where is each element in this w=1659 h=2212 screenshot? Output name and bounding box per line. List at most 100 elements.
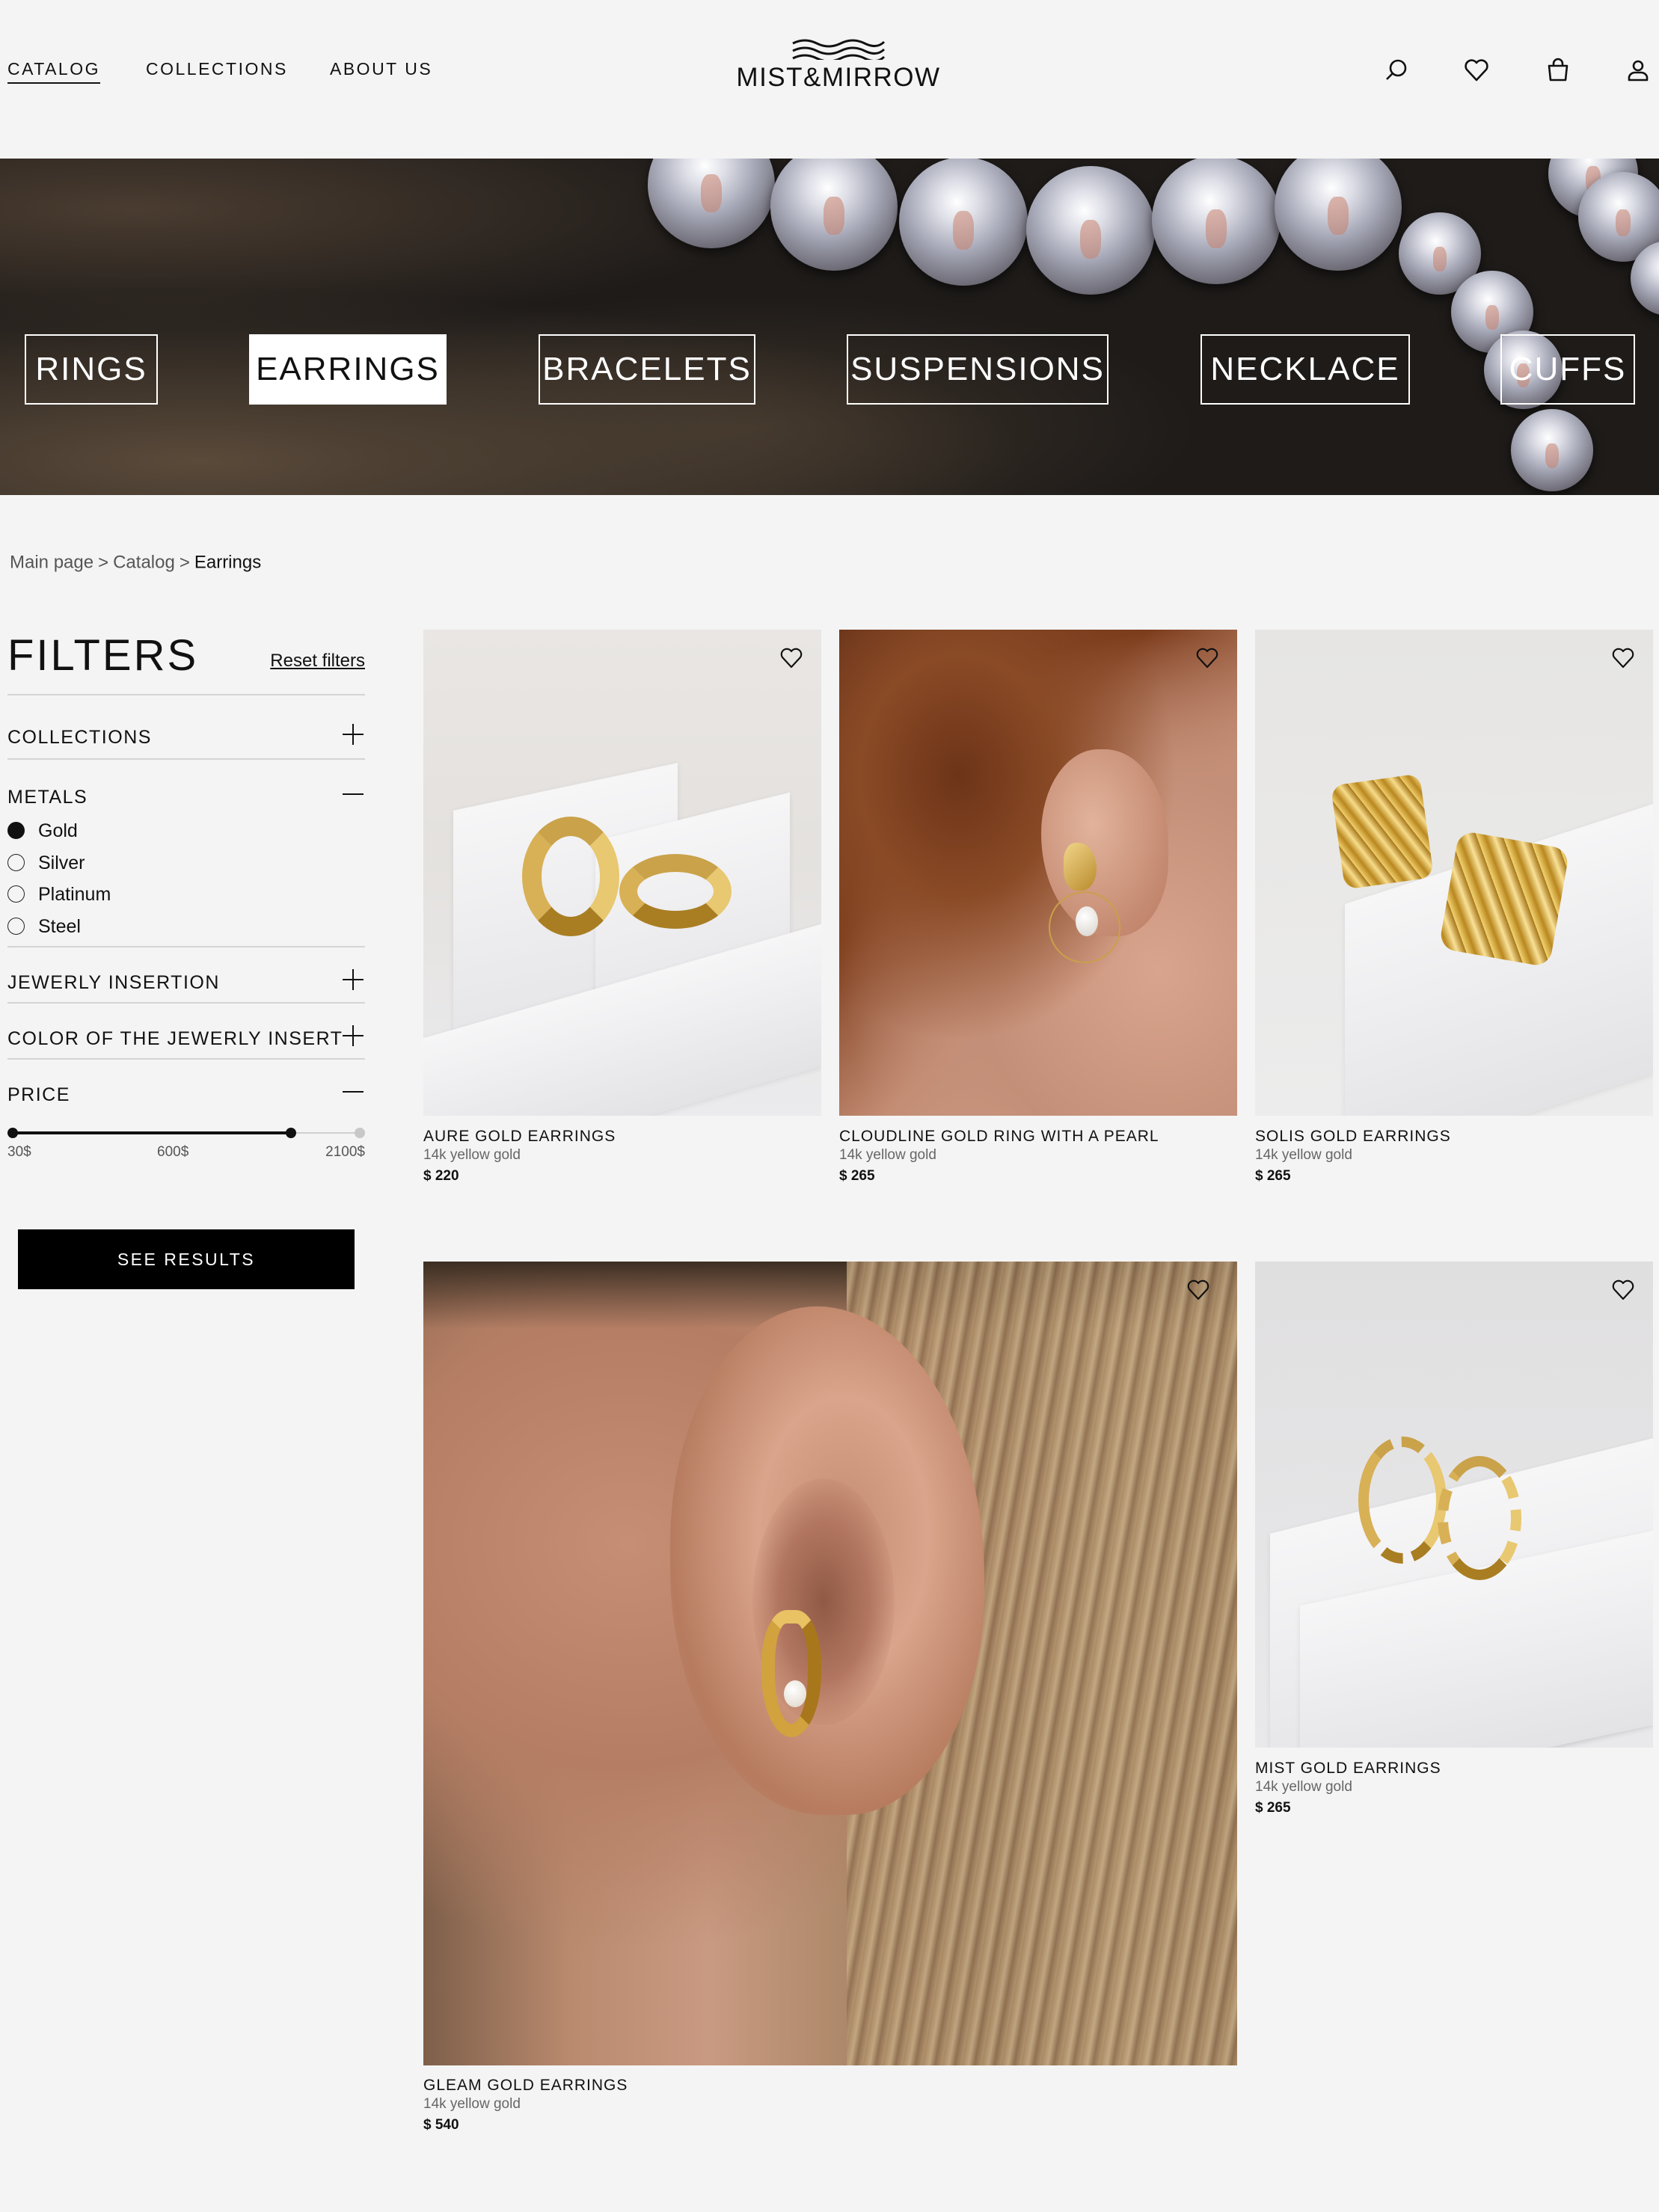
bag-icon[interactable]: [1545, 57, 1571, 84]
category-bracelets[interactable]: BRACELETS: [539, 334, 755, 405]
product-card[interactable]: SOLIS GOLD EARRINGS 14k yellow gold $ 26…: [1255, 630, 1653, 1198]
product-material: 14k yellow gold: [423, 2096, 521, 2112]
product-name[interactable]: CLOUDLINE GOLD RING WITH A PEARL: [839, 1128, 1159, 1146]
waves-logo-icon: [792, 39, 886, 60]
breadcrumb-main-page[interactable]: Main page: [10, 553, 93, 573]
product-card[interactable]: MIST GOLD EARRINGS 14k yellow gold $ 265: [1255, 1262, 1653, 1830]
nav-about-us[interactable]: ABOUT US: [330, 58, 432, 79]
price-max-label: 2100$: [325, 1144, 365, 1160]
plus-icon: [343, 969, 364, 990]
filter-collections-label: COLLECTIONS: [7, 727, 152, 748]
divider: [7, 1058, 365, 1060]
reset-filters-link[interactable]: Reset filters: [270, 651, 365, 672]
metal-option-label: Silver: [38, 852, 85, 873]
price-min-label: 30$: [7, 1144, 31, 1160]
product-name[interactable]: MIST GOLD EARRINGS: [1255, 1760, 1441, 1778]
pearl-drop: [1076, 906, 1098, 936]
radio-checked-icon: [7, 822, 25, 839]
see-results-button[interactable]: SEE RESULTS: [18, 1229, 355, 1289]
product-card[interactable]: GLEAM GOLD EARRINGS 14k yellow gold $ 54…: [423, 1262, 1237, 2144]
filter-insert-color[interactable]: COLOR OF THE JEWERLY INSERT: [7, 1024, 365, 1054]
category-necklace[interactable]: NECKLACE: [1200, 334, 1410, 405]
chevron-right-icon: >: [98, 552, 109, 573]
product-image[interactable]: [423, 630, 821, 1116]
gold-hoop: [522, 817, 619, 936]
price-slider-max-handle[interactable]: [355, 1128, 365, 1138]
filters-title: FILTERS: [7, 631, 199, 680]
product-price: $ 265: [1255, 1800, 1291, 1816]
pearl-drop: [784, 1680, 806, 1707]
radio-unchecked-icon: [7, 918, 25, 935]
pearl-image: [648, 159, 775, 248]
product-image[interactable]: [423, 1262, 1237, 2065]
nav-collections[interactable]: COLLECTIONS: [146, 58, 288, 79]
pearl-image: [770, 159, 898, 271]
divider: [7, 1002, 365, 1004]
product-card[interactable]: CLOUDLINE GOLD RING WITH A PEARL 14k yel…: [839, 630, 1237, 1198]
favorite-heart-icon[interactable]: [1610, 1276, 1637, 1303]
chevron-right-icon: >: [179, 552, 190, 573]
minus-icon: [343, 1081, 364, 1102]
gold-twisted-hoop: [1358, 1437, 1447, 1564]
site-header: CATALOG COLLECTIONS ABOUT US MIST&MIRROW: [0, 0, 1659, 159]
filter-insertion-label: JEWERLY INSERTION: [7, 972, 220, 993]
divider: [7, 946, 365, 947]
plus-icon: [343, 1025, 364, 1046]
favorite-heart-icon[interactable]: [1185, 1276, 1212, 1303]
filter-price[interactable]: PRICE: [7, 1080, 365, 1110]
product-name[interactable]: SOLIS GOLD EARRINGS: [1255, 1128, 1451, 1146]
filter-metals-label: METALS: [7, 787, 88, 808]
filter-collections[interactable]: COLLECTIONS: [7, 722, 365, 752]
radio-unchecked-icon: [7, 854, 25, 871]
product-name[interactable]: GLEAM GOLD EARRINGS: [423, 2077, 628, 2095]
metal-option-label: Gold: [38, 820, 78, 841]
category-rings[interactable]: RINGS: [25, 334, 158, 405]
breadcrumb-catalog[interactable]: Catalog: [113, 553, 175, 573]
pearl-image: [1275, 159, 1402, 271]
product-image[interactable]: [1255, 1262, 1653, 1748]
divider: [7, 694, 365, 695]
user-icon[interactable]: [1625, 57, 1652, 84]
product-material: 14k yellow gold: [423, 1147, 521, 1163]
metal-option-label: Platinum: [38, 884, 111, 905]
category-earrings[interactable]: EARRINGS: [249, 334, 447, 405]
radio-unchecked-icon: [7, 885, 25, 903]
heart-icon[interactable]: [1463, 57, 1490, 84]
brand-logo[interactable]: MIST&MIRROW: [733, 37, 944, 97]
favorite-heart-icon[interactable]: [1194, 645, 1221, 672]
filter-price-label: PRICE: [7, 1084, 70, 1105]
brand-name: MIST&MIRROW: [736, 63, 941, 92]
pearl-image: [1152, 159, 1281, 284]
price-slider-fill: [12, 1131, 290, 1134]
product-material: 14k yellow gold: [1255, 1147, 1352, 1163]
gold-square-earring: [1438, 830, 1570, 968]
gold-hoop: [619, 854, 732, 929]
nav-catalog[interactable]: CATALOG: [7, 58, 100, 84]
pearl-image: [1026, 166, 1155, 295]
price-slider-handle[interactable]: [286, 1128, 296, 1138]
price-slider[interactable]: [7, 1125, 365, 1140]
gold-square-earring: [1330, 773, 1435, 890]
category-suspensions[interactable]: SUSPENSIONS: [847, 334, 1108, 405]
pearl-image: [1511, 409, 1593, 491]
plus-icon: [343, 724, 364, 745]
divider: [7, 758, 365, 760]
filter-jewerly-insertion[interactable]: JEWERLY INSERTION: [7, 968, 365, 998]
catalog-page: CATALOG COLLECTIONS ABOUT US MIST&MIRROW: [0, 0, 1659, 2212]
favorite-heart-icon[interactable]: [778, 645, 805, 672]
product-material: 14k yellow gold: [1255, 1779, 1352, 1795]
filter-metals[interactable]: METALS: [7, 782, 365, 812]
category-cuffs[interactable]: CUFFS: [1500, 334, 1635, 405]
product-image[interactable]: [839, 630, 1237, 1116]
product-price: $ 220: [423, 1168, 459, 1184]
product-name[interactable]: AURE GOLD EARRINGS: [423, 1128, 616, 1146]
category-banner: RINGS EARRINGS BRACELETS SUSPENSIONS NEC…: [0, 159, 1659, 495]
product-price: $ 265: [839, 1168, 875, 1184]
price-slider-min-handle[interactable]: [7, 1128, 18, 1138]
gold-twisted-hoop: [1438, 1456, 1521, 1580]
product-card[interactable]: AURE GOLD EARRINGS 14k yellow gold $ 220: [423, 630, 821, 1198]
search-icon[interactable]: [1383, 57, 1410, 84]
product-image[interactable]: [1255, 630, 1653, 1116]
favorite-heart-icon[interactable]: [1610, 645, 1637, 672]
product-price: $ 265: [1255, 1168, 1291, 1184]
